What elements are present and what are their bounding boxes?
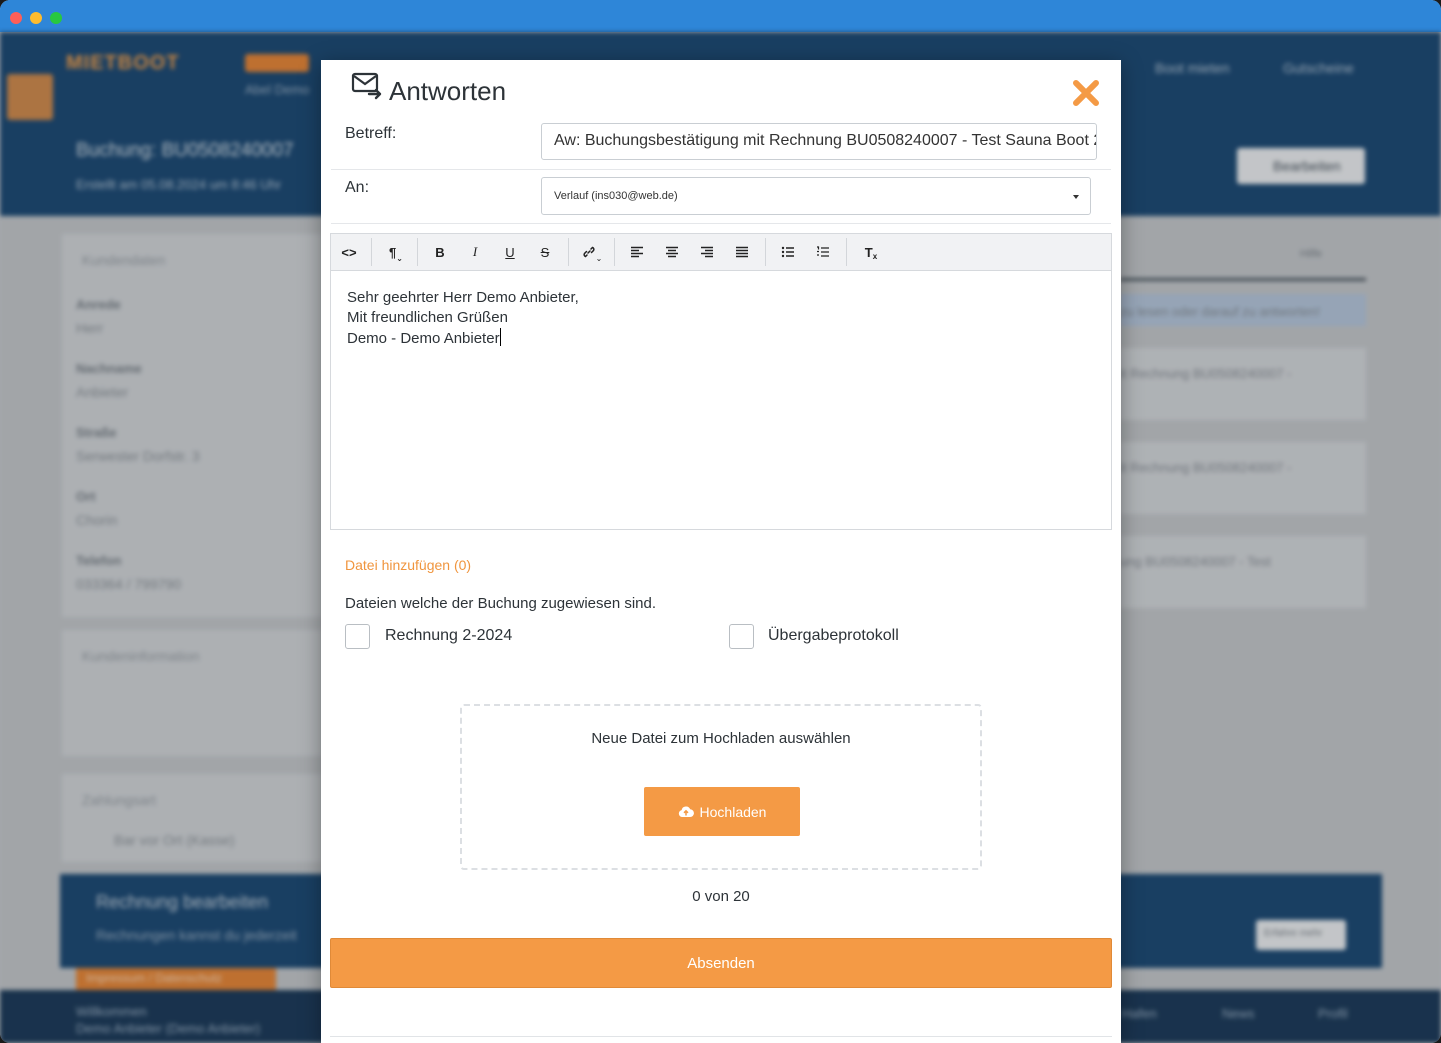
editor-content[interactable]: Sehr geehrter Herr Demo Anbieter, Mit fr… (347, 288, 579, 349)
align-right-icon (701, 246, 713, 258)
text-cursor (499, 328, 501, 346)
editor-line: Mit freundlichen Grüßen (347, 309, 508, 326)
app-window: MIETBOOT Abel Demo Boot mieten Gutschein… (0, 0, 1441, 1043)
file-checkbox-uebergabeprotokoll[interactable] (729, 624, 754, 649)
assigned-files-heading: Dateien welche der Buchung zugewiesen si… (345, 595, 657, 612)
file-counter: 0 von 20 (692, 888, 750, 905)
upload-button-label: Hochladen (699, 803, 767, 820)
window-titlebar (0, 0, 1441, 32)
close-icon[interactable] (1071, 78, 1101, 108)
editor-toolbar: <> ¶ ⌄ B I U S ⌄ T x (331, 234, 1111, 271)
numbered-list-button[interactable] (806, 234, 840, 270)
modal-divider (330, 1036, 1112, 1037)
file-checkbox-rechnung[interactable] (345, 624, 370, 649)
bullet-list-button[interactable] (771, 234, 805, 270)
minimize-window-button[interactable] (30, 12, 42, 24)
clear-format-icon: T (864, 244, 873, 260)
toolbar-divider (614, 238, 615, 266)
align-justify-button[interactable] (725, 234, 759, 270)
paragraph-icon: ¶ (389, 244, 397, 260)
align-center-icon (666, 246, 678, 258)
file-checkbox-label: Rechnung 2-2024 (385, 627, 513, 644)
modal-title: Antworten (389, 76, 507, 106)
align-left-button[interactable] (620, 234, 654, 270)
bullet-list-icon (781, 246, 794, 258)
underline-button[interactable]: U (493, 234, 527, 270)
recipient-select-value: Verlauf (ins030@web.de) (554, 190, 678, 202)
mail-forward-icon (351, 72, 382, 100)
add-file-link[interactable]: Datei hinzufügen (0) (345, 557, 471, 573)
strikethrough-button[interactable]: S (528, 234, 562, 270)
close-window-button[interactable] (10, 12, 22, 24)
link-icon (583, 246, 595, 258)
maximize-window-button[interactable] (50, 12, 62, 24)
italic-button[interactable]: I (458, 234, 492, 270)
upload-button[interactable]: Hochladen (644, 787, 800, 836)
dropdown-caret-icon: ⌄ (396, 253, 403, 263)
subject-input[interactable]: Aw: Buchungsbestätigung mit Rechnung BU0… (541, 123, 1097, 160)
editor-line: Demo - Demo Anbieter (347, 330, 500, 347)
recipient-label: An: (345, 179, 370, 196)
numbered-list-icon (817, 246, 829, 257)
caret-down-icon (1073, 195, 1079, 199)
upload-dropzone[interactable]: Neue Datei zum Hochladen auswählen Hochl… (460, 704, 982, 870)
toolbar-divider (846, 238, 847, 266)
editor-line: Sehr geehrter Herr Demo Anbieter, (347, 289, 579, 306)
subject-label: Betreff: (345, 125, 397, 142)
editor-line-last: Demo - Demo Anbieter (347, 328, 579, 349)
align-justify-icon (736, 246, 748, 258)
file-checkbox-label: Übergabeprotokoll (768, 627, 899, 644)
reply-modal: Antworten Betreff: Aw: Buchungsbestätigu… (321, 60, 1121, 1043)
align-center-button[interactable] (655, 234, 689, 270)
recipient-select[interactable]: Verlauf (ins030@web.de) (541, 177, 1091, 215)
send-button[interactable]: Absenden (330, 938, 1112, 988)
paragraph-style-button[interactable]: ¶ ⌄ (379, 234, 413, 270)
toolbar-divider (568, 238, 569, 266)
dropdown-caret-icon: ⌄ (595, 253, 603, 263)
align-right-button[interactable] (690, 234, 724, 270)
cloud-upload-icon (678, 806, 694, 818)
modal-header: Antworten (321, 60, 1121, 116)
clear-format-x-icon: x (872, 251, 878, 261)
link-button[interactable]: ⌄ (575, 234, 609, 270)
code-view-button[interactable]: <> (332, 234, 366, 270)
toolbar-divider (417, 238, 418, 266)
toolbar-divider (765, 238, 766, 266)
bold-button[interactable]: B (423, 234, 457, 270)
rich-text-editor: <> ¶ ⌄ B I U S ⌄ T x Sehr geehrter Herr … (330, 233, 1112, 530)
toolbar-divider (371, 238, 372, 266)
dropzone-text: Neue Datei zum Hochladen auswählen (591, 730, 851, 747)
align-left-icon (631, 246, 643, 258)
clear-format-button[interactable]: Tx (854, 234, 888, 270)
